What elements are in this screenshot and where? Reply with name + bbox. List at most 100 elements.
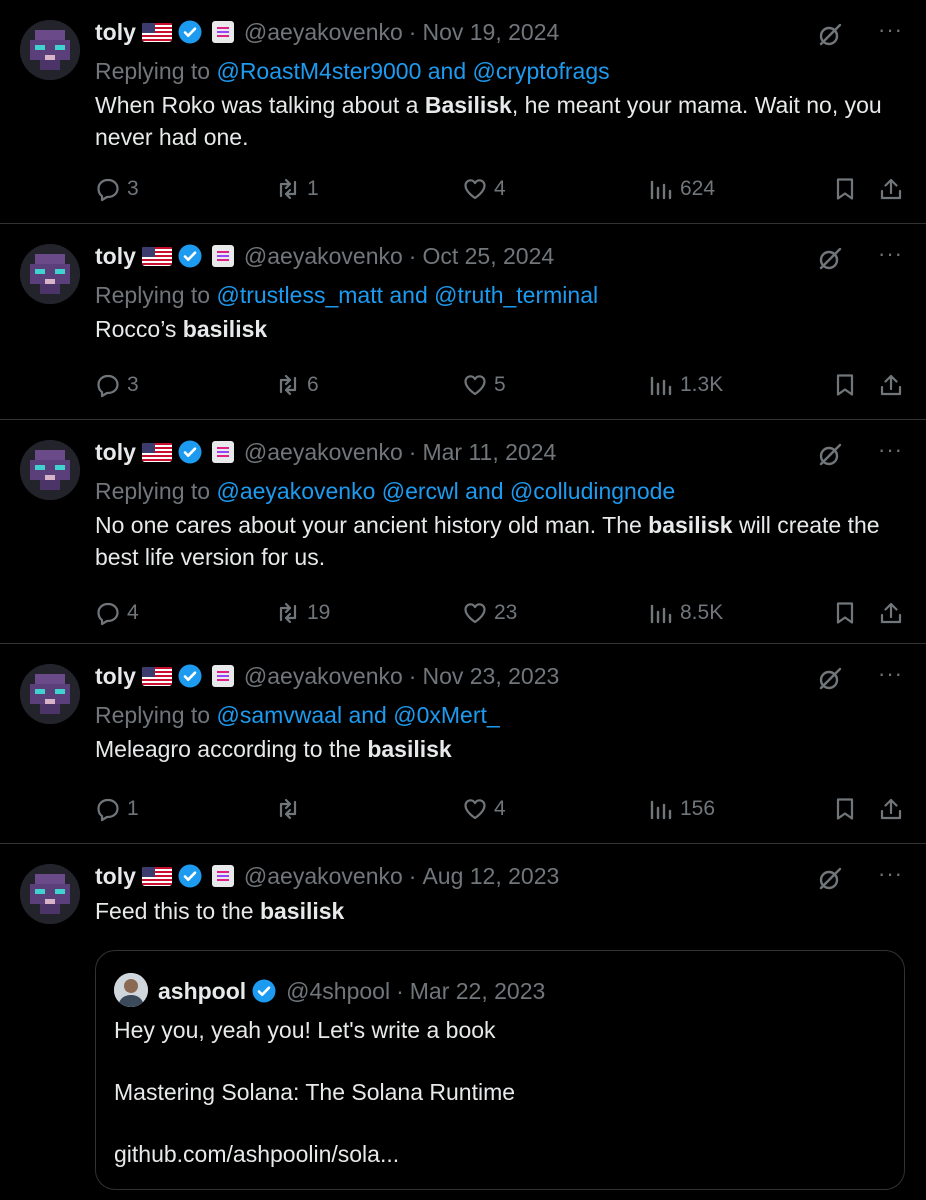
repost-icon <box>279 178 297 200</box>
replying-to-links[interactable]: @samvwaal and @0xMert_ <box>216 702 499 728</box>
bookmark-button[interactable] <box>832 794 864 824</box>
quoted-tweet-date[interactable]: Mar 22, 2023 <box>410 978 546 1005</box>
tweet[interactable]: toly @aeyakovenko · Oct 25, 2024 ··· Rep… <box>0 224 926 420</box>
replying-prefix: Replying to <box>95 478 211 504</box>
grok-icon[interactable] <box>816 441 844 469</box>
quoted-avatar[interactable] <box>114 973 148 1007</box>
reply-icon <box>97 602 119 626</box>
grok-icon[interactable] <box>816 21 844 49</box>
views-icon <box>650 604 672 624</box>
tweet-text-bold: Basilisk <box>424 92 512 118</box>
reply-count: 3 <box>127 177 139 200</box>
reply-count: 4 <box>127 601 139 624</box>
reply-button[interactable]: 3 <box>95 174 139 204</box>
heart-icon <box>464 799 486 820</box>
author-handle[interactable]: @aeyakovenko <box>244 863 403 890</box>
avatar[interactable] <box>20 244 80 304</box>
reply-button[interactable]: 1 <box>95 794 139 824</box>
author-handle[interactable]: @aeyakovenko <box>244 439 403 466</box>
author-name[interactable]: toly <box>95 439 136 466</box>
tweet-text: Rocco’s basilisk <box>95 313 906 345</box>
share-button[interactable] <box>878 174 910 204</box>
more-options-icon[interactable]: ··· <box>878 437 906 467</box>
tweet[interactable]: toly @aeyakovenko · Mar 11, 2024 ··· Rep… <box>0 420 926 644</box>
repost-count: 1 <box>307 177 319 200</box>
tweet-date[interactable]: Oct 25, 2024 <box>422 243 554 270</box>
replying-to-links[interactable]: @trustless_matt and @truth_terminal <box>216 282 598 308</box>
tweet-date[interactable]: Nov 19, 2024 <box>422 19 559 46</box>
verified-badge-icon <box>177 243 203 269</box>
quoted-author-name[interactable]: ashpool <box>158 978 246 1005</box>
more-options-icon[interactable]: ··· <box>878 861 906 891</box>
like-button[interactable]: 4 <box>462 794 506 824</box>
verified-badge-icon <box>177 663 203 689</box>
author-name[interactable]: toly <box>95 863 136 890</box>
views-button[interactable]: 1.3K <box>648 370 723 400</box>
more-options-icon[interactable]: ··· <box>878 241 906 271</box>
author-handle[interactable]: @aeyakovenko <box>244 243 403 270</box>
like-button[interactable]: 4 <box>462 174 506 204</box>
repost-button[interactable] <box>275 794 307 824</box>
views-button[interactable]: 156 <box>648 794 715 824</box>
author-name[interactable]: toly <box>95 663 136 690</box>
quoted-author-handle[interactable]: @4shpool <box>286 978 390 1005</box>
repost-button[interactable]: 1 <box>275 174 319 204</box>
verified-badge-icon <box>251 978 277 1004</box>
tweet-text-before: No one cares about your ancient history … <box>95 512 649 538</box>
verified-badge-icon <box>177 439 203 465</box>
like-count: 23 <box>494 601 518 624</box>
replying-to-links[interactable]: @aeyakovenko @ercwl and @colludingnode <box>216 478 675 504</box>
action-bar: 4 19 23 8.5K <box>95 598 906 628</box>
share-icon <box>880 178 902 200</box>
views-button[interactable]: 8.5K <box>648 598 723 628</box>
tweet-date[interactable]: Nov 23, 2023 <box>422 663 559 690</box>
quoted-tweet[interactable]: ashpool @4shpool · Mar 22, 2023 Hey you,… <box>95 950 905 1190</box>
avatar[interactable] <box>20 664 80 724</box>
tweet-text-bold: basilisk <box>367 736 452 762</box>
author-handle[interactable]: @aeyakovenko <box>244 19 403 46</box>
bookmark-icon <box>836 178 854 200</box>
like-button[interactable]: 23 <box>462 598 517 628</box>
like-count: 4 <box>494 797 506 820</box>
author-name[interactable]: toly <box>95 243 136 270</box>
replying-to-links[interactable]: @RoastM4ster9000 and @cryptofrags <box>216 58 609 84</box>
avatar[interactable] <box>20 864 80 924</box>
reply-button[interactable]: 3 <box>95 370 139 400</box>
tweet[interactable]: toly @aeyakovenko · Nov 23, 2023 ··· Rep… <box>0 644 926 844</box>
replying-to: Replying to @trustless_matt and @truth_t… <box>95 279 906 311</box>
tweet-date[interactable]: Aug 12, 2023 <box>422 863 559 890</box>
tweet[interactable]: toly @aeyakovenko · Nov 19, 2024 ··· Rep… <box>0 0 926 224</box>
views-button[interactable]: 624 <box>648 174 715 204</box>
bookmark-button[interactable] <box>832 174 864 204</box>
quoted-link[interactable]: github.com/ashpoolin/sola... <box>114 1139 886 1170</box>
reply-icon <box>97 798 119 822</box>
author-name[interactable]: toly <box>95 19 136 46</box>
tweet-text: Meleagro according to the basilisk <box>95 733 906 765</box>
avatar[interactable] <box>20 20 80 80</box>
like-button[interactable]: 5 <box>462 370 506 400</box>
repost-icon <box>279 798 297 820</box>
avatar[interactable] <box>20 440 80 500</box>
bookmark-button[interactable] <box>832 598 864 628</box>
repost-button[interactable]: 19 <box>275 598 330 628</box>
action-bar: 3 6 5 1.3K <box>95 370 906 400</box>
views-icon <box>650 180 672 200</box>
share-button[interactable] <box>878 598 910 628</box>
reply-button[interactable]: 4 <box>95 598 139 628</box>
tweet-date[interactable]: Mar 11, 2024 <box>422 439 556 466</box>
separator-dot: · <box>408 438 417 465</box>
grok-icon[interactable] <box>816 665 844 693</box>
bookmark-button[interactable] <box>832 370 864 400</box>
heart-icon <box>464 179 486 200</box>
share-button[interactable] <box>878 794 910 824</box>
grok-icon[interactable] <box>816 865 844 893</box>
reply-icon <box>97 178 119 202</box>
share-button[interactable] <box>878 370 910 400</box>
quoted-text-line: Hey you, yeah you! Let's write a book <box>114 1017 496 1043</box>
more-options-icon[interactable]: ··· <box>878 17 906 47</box>
repost-button[interactable]: 6 <box>275 370 319 400</box>
repost-icon <box>279 602 297 624</box>
grok-icon[interactable] <box>816 245 844 273</box>
author-handle[interactable]: @aeyakovenko <box>244 663 403 690</box>
more-options-icon[interactable]: ··· <box>878 661 906 691</box>
